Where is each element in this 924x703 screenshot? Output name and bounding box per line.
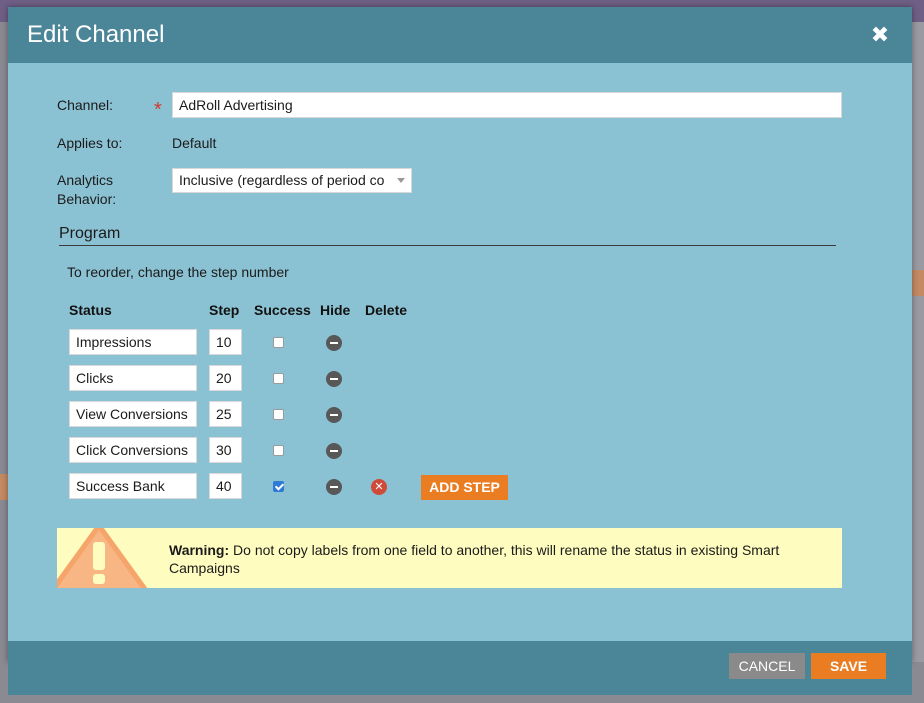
background-right-edge — [912, 22, 924, 703]
status-row: View Conversions 25 — [8, 401, 912, 429]
channel-input[interactable]: AdRoll Advertising — [172, 92, 842, 118]
hide-icon[interactable] — [326, 371, 342, 387]
success-checkbox[interactable] — [273, 337, 284, 348]
add-step-button[interactable]: ADD STEP — [421, 475, 508, 500]
hide-icon[interactable] — [326, 407, 342, 423]
success-checkbox[interactable] — [273, 445, 284, 456]
step-number-input[interactable]: 10 — [209, 329, 242, 355]
hide-icon[interactable] — [326, 443, 342, 459]
column-header-step: Step — [209, 302, 240, 318]
hide-icon[interactable] — [326, 479, 342, 495]
step-number-input[interactable]: 20 — [209, 365, 242, 391]
background-left-edge — [0, 22, 8, 703]
warning-bold-label: Warning: — [169, 542, 230, 558]
column-header-status: Status — [69, 302, 112, 318]
step-number-input[interactable]: 40 — [209, 473, 242, 499]
warning-text: Do not copy labels from one field to ano… — [169, 542, 780, 576]
required-asterisk: * — [154, 99, 162, 121]
warning-message: Warning: Do not copy labels from one fie… — [169, 541, 829, 577]
reorder-hint: To reorder, change the step number — [67, 264, 289, 280]
dialog-title: Edit Channel — [27, 21, 165, 48]
close-icon[interactable]: ✖ — [868, 23, 892, 47]
background-highlight — [912, 270, 924, 296]
hide-icon[interactable] — [326, 335, 342, 351]
analytics-behavior-select[interactable]: Inclusive (regardless of period co — [172, 168, 412, 193]
step-number-input[interactable]: 30 — [209, 437, 242, 463]
section-divider — [59, 245, 836, 246]
success-checkbox[interactable] — [273, 409, 284, 420]
column-header-hide: Hide — [320, 302, 351, 318]
background-highlight — [0, 474, 8, 500]
status-name-input[interactable]: Impressions — [69, 329, 197, 355]
status-name-input[interactable]: Clicks — [69, 365, 197, 391]
column-header-success: Success — [254, 302, 311, 318]
status-name-input[interactable]: View Conversions — [69, 401, 197, 427]
analytics-behavior-value: Inclusive (regardless of period co — [179, 172, 385, 188]
status-name-input[interactable]: Click Conversions — [69, 437, 197, 463]
applies-to-label: Applies to: — [57, 135, 123, 151]
warning-banner: Warning: Do not copy labels from one fie… — [57, 528, 842, 588]
dialog-footer: CANCEL SAVE — [8, 641, 912, 695]
edit-channel-dialog: Edit Channel ✖ Channel: * AdRoll Adverti… — [8, 7, 912, 695]
success-checkbox[interactable] — [273, 481, 284, 492]
channel-label: Channel: — [57, 97, 114, 113]
save-button[interactable]: SAVE — [811, 653, 886, 679]
column-header-delete: Delete — [365, 302, 408, 318]
status-name-input[interactable]: Success Bank — [69, 473, 197, 499]
step-number-input[interactable]: 25 — [209, 401, 242, 427]
warning-icon — [57, 528, 153, 588]
program-section-title: Program — [59, 225, 121, 242]
delete-icon[interactable]: ✕ — [371, 479, 387, 495]
analytics-behavior-label-line2: Behavior: — [57, 191, 117, 207]
applies-to-value: Default — [172, 135, 217, 151]
status-row: Click Conversions 30 — [8, 437, 912, 465]
analytics-behavior-label-line1: Analytics — [57, 172, 114, 188]
cancel-button[interactable]: CANCEL — [729, 653, 805, 679]
status-row: Clicks 20 — [8, 365, 912, 393]
dialog-header: Edit Channel ✖ — [8, 7, 912, 63]
success-checkbox[interactable] — [273, 373, 284, 384]
status-row: Impressions 10 — [8, 329, 912, 357]
chevron-down-icon — [397, 178, 405, 183]
